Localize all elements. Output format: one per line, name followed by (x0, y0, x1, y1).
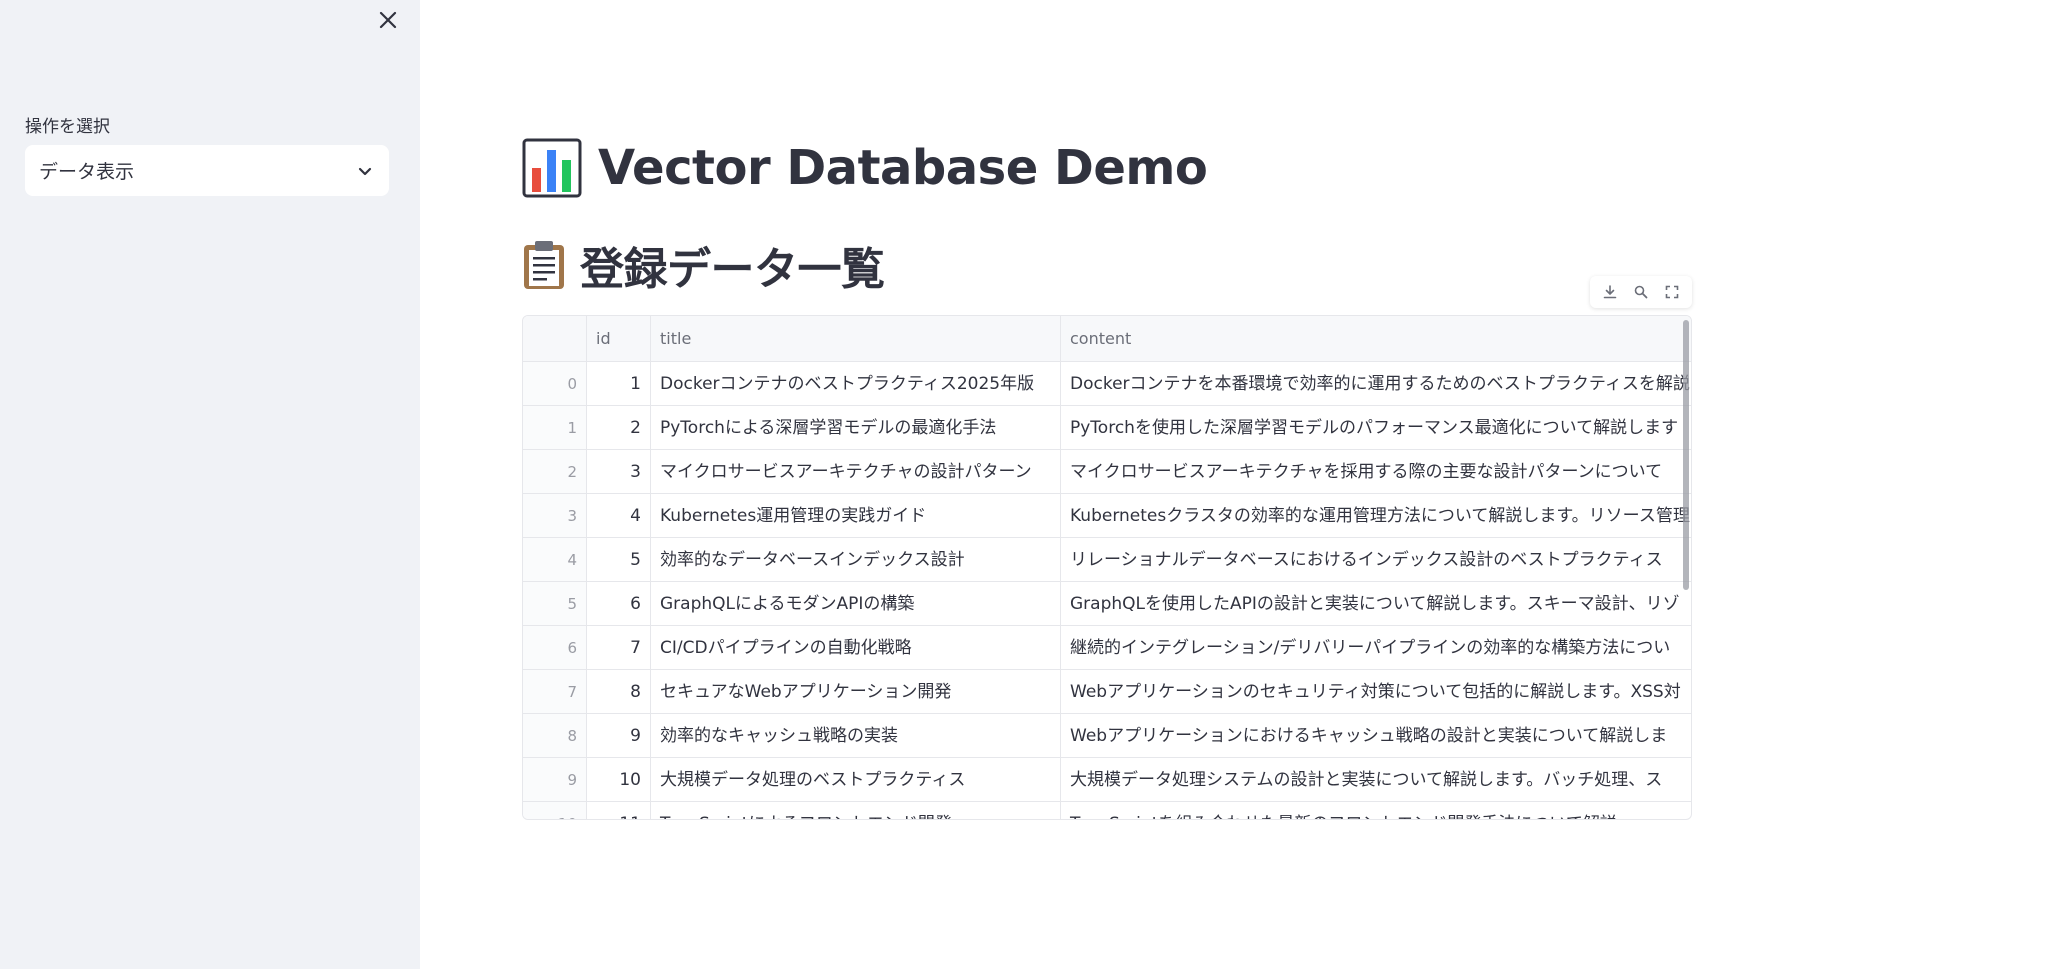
table-toolbar (1590, 276, 1692, 308)
cell-title[interactable]: TypeScriptによるフロントエンド開発 (651, 802, 1061, 819)
cell-id[interactable]: 11 (587, 802, 651, 819)
section-title: 登録データ一覧 (522, 232, 885, 298)
clipboard-icon (524, 241, 564, 289)
table-row[interactable]: 5 6 GraphQLによるモダンAPIの構築 GraphQLを使用したAPIの設計と… (523, 582, 1691, 626)
chevron-down-icon (355, 161, 375, 181)
table-row[interactable]: 7 8 セキュアなWebアプリケーション開発 Webアプリケーションのセキュリティ対策… (523, 670, 1691, 714)
select-label: 操作を選択 (25, 117, 110, 137)
cell-id[interactable]: 3 (587, 450, 651, 494)
data-table[interactable]: id title content 0 1 Dockerコンテナのベストプラクティス2… (522, 315, 1692, 820)
cell-content[interactable]: Webアプリケーションにおけるキャッシュ戦略の設計と実装について解説しま (1061, 714, 1691, 758)
table-row[interactable]: 1 2 PyTorchによる深層学習モデルの最適化手法 PyTorchを使用した深層学… (523, 406, 1691, 450)
cell-title[interactable]: 効率的なキャッシュ戦略の実装 (651, 714, 1061, 758)
cell-id[interactable]: 5 (587, 538, 651, 582)
cell-content[interactable]: 大規模データ処理システムの設計と実装について解説します。バッチ処理、ス (1061, 758, 1691, 802)
cell-title[interactable]: GraphQLによるモダンAPIの構築 (651, 582, 1061, 626)
section-title-text: 登録データ一覧 (580, 244, 885, 295)
cell-id[interactable]: 8 (587, 670, 651, 714)
table-row[interactable]: 3 4 Kubernetes運用管理の実践ガイド Kubernetesクラスタの効率的… (523, 494, 1691, 538)
row-index[interactable]: 10 (523, 802, 587, 819)
fullscreen-button[interactable] (1659, 279, 1685, 305)
column-header-index[interactable] (523, 316, 587, 362)
cell-title[interactable]: 大規模データ処理のベストプラクティス (651, 758, 1061, 802)
cell-id[interactable]: 6 (587, 582, 651, 626)
cell-id[interactable]: 2 (587, 406, 651, 450)
cell-title[interactable]: マイクロサービスアーキテクチャの設計パターン (651, 450, 1061, 494)
table-row[interactable]: 0 1 Dockerコンテナのベストプラクティス2025年版 Dockerコンテナを本… (523, 362, 1691, 406)
column-header-title[interactable]: title (651, 316, 1061, 362)
table-row[interactable]: 2 3 マイクロサービスアーキテクチャの設計パターン マイクロサービスアーキテクチャを… (523, 450, 1691, 494)
table-row[interactable]: 4 5 効率的なデータベースインデックス設計 リレーショナルデータベースにおけるインデ… (523, 538, 1691, 582)
vertical-scrollbar[interactable] (1683, 320, 1689, 590)
cell-title[interactable]: Dockerコンテナのベストプラクティス2025年版 (651, 362, 1061, 406)
cell-content[interactable]: Dockerコンテナを本番環境で効率的に運用するためのベストプラクティスを解説 (1061, 362, 1691, 406)
cell-title[interactable]: 効率的なデータベースインデックス設計 (651, 538, 1061, 582)
table-row[interactable]: 6 7 CI/CDパイプラインの自動化戦略 継続的インテグレーション/デリバリーパイプ… (523, 626, 1691, 670)
cell-content[interactable]: PyTorchを使用した深層学習モデルのパフォーマンス最適化について解説します (1061, 406, 1691, 450)
cell-id[interactable]: 7 (587, 626, 651, 670)
row-index[interactable]: 0 (523, 362, 587, 406)
table-header: id title content (523, 316, 1691, 362)
close-icon (379, 11, 397, 29)
cell-content[interactable]: Webアプリケーションのセキュリティ対策について包括的に解説します。XSS対 (1061, 670, 1691, 714)
cell-title[interactable]: セキュアなWebアプリケーション開発 (651, 670, 1061, 714)
row-index[interactable]: 9 (523, 758, 587, 802)
cell-id[interactable]: 4 (587, 494, 651, 538)
row-index[interactable]: 2 (523, 450, 587, 494)
cell-id[interactable]: 1 (587, 362, 651, 406)
cell-title[interactable]: Kubernetes運用管理の実践ガイド (651, 494, 1061, 538)
row-index[interactable]: 8 (523, 714, 587, 758)
row-index[interactable]: 6 (523, 626, 587, 670)
table-row[interactable]: 8 9 効率的なキャッシュ戦略の実装 Webアプリケーションにおけるキャッシュ戦略の設… (523, 714, 1691, 758)
cell-content[interactable]: TypeScriptを組み合わせた最新のフロントエンド開発手法について解説 (1061, 802, 1691, 819)
row-index[interactable]: 7 (523, 670, 587, 714)
select-value: データ表示 (39, 161, 135, 183)
page-title-text: Vector Database Demo (598, 140, 1208, 196)
fullscreen-icon (1666, 285, 1679, 299)
row-index[interactable]: 3 (523, 494, 587, 538)
cell-content[interactable]: GraphQLを使用したAPIの設計と実装について解説します。スキーマ設計、リゾ (1061, 582, 1691, 626)
bar-chart-icon (522, 138, 582, 198)
cell-title[interactable]: CI/CDパイプラインの自動化戦略 (651, 626, 1061, 670)
cell-content[interactable]: マイクロサービスアーキテクチャを採用する際の主要な設計パターンについて (1061, 450, 1691, 494)
table-row[interactable]: 9 10 大規模データ処理のベストプラクティス 大規模データ処理システムの設計と実装に… (523, 758, 1691, 802)
close-sidebar-button[interactable] (372, 4, 404, 36)
table-row[interactable]: 1011TypeScriptによるフロントエンド開発TypeScriptを組み合… (523, 802, 1691, 819)
download-icon (1603, 285, 1616, 299)
page-title: Vector Database Demo (522, 128, 1208, 208)
operation-select[interactable]: データ表示 (25, 145, 389, 196)
cell-id[interactable]: 10 (587, 758, 651, 802)
cell-title[interactable]: PyTorchによる深層学習モデルの最適化手法 (651, 406, 1061, 450)
row-index[interactable]: 4 (523, 538, 587, 582)
search-icon (1634, 285, 1648, 299)
cell-content[interactable]: Kubernetesクラスタの効率的な運用管理方法について解説します。リソース管… (1061, 494, 1691, 538)
cell-id[interactable]: 9 (587, 714, 651, 758)
download-button[interactable] (1597, 279, 1623, 305)
search-button[interactable] (1628, 279, 1654, 305)
sidebar: 操作を選択 データ表示 (0, 0, 420, 969)
row-index[interactable]: 5 (523, 582, 587, 626)
row-index[interactable]: 1 (523, 406, 587, 450)
column-header-id[interactable]: id (587, 316, 651, 362)
cell-content[interactable]: 継続的インテグレーション/デリバリーパイプラインの効率的な構築方法につい (1061, 626, 1691, 670)
column-header-content[interactable]: content (1061, 316, 1691, 362)
cell-content[interactable]: リレーショナルデータベースにおけるインデックス設計のベストプラクティス (1061, 538, 1691, 582)
